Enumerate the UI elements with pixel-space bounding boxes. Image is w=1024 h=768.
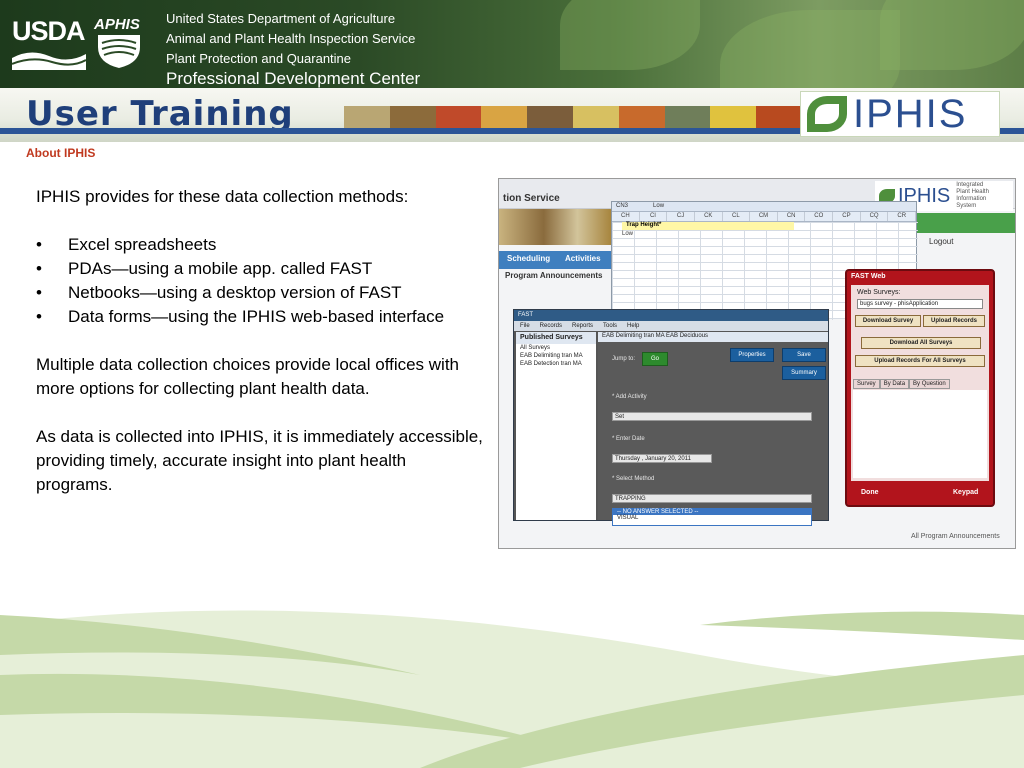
fern-decoration [560, 0, 700, 70]
list-item: PDAs—using a mobile app. called FAST [36, 257, 486, 281]
agency-banner: USDA APHIS United States Department of A… [0, 0, 1024, 88]
menu-tools[interactable]: Tools [603, 323, 617, 329]
download-survey-button[interactable]: Download Survey [855, 315, 921, 327]
menu-help[interactable]: Help [627, 323, 639, 329]
done-softkey[interactable]: Done [861, 489, 879, 496]
web-surveys-label: Web Surveys: [857, 289, 901, 296]
excel-formula: Low [653, 203, 665, 209]
excel-cell-value: Low [622, 231, 634, 237]
properties-button[interactable]: Properties [730, 348, 774, 362]
select-method-label: * Select Method [612, 476, 655, 482]
tab-by-data[interactable]: By Data [879, 379, 910, 389]
tab-activities[interactable]: Activities [565, 254, 601, 263]
phone-tab-pane [853, 390, 987, 478]
agency-line-3: Plant Protection and Quarantine [166, 51, 352, 66]
agency-line-1: United States Department of Agriculture [166, 11, 396, 26]
fern-decoration [720, 10, 900, 88]
form-tab[interactable]: EAB Delimiting tran MA EAB Deciduous [598, 332, 828, 342]
save-button[interactable]: Save [782, 348, 826, 362]
tab-by-question[interactable]: By Question [909, 379, 950, 389]
survey-tree-header: Published Surveys [516, 332, 596, 344]
app-title: FAST [514, 310, 828, 321]
section-heading: About IPHIS [26, 146, 96, 160]
upload-records-button[interactable]: Upload Records [923, 315, 985, 327]
web-nav: Scheduling Activities [499, 251, 615, 269]
excel-name-box: CN3 [616, 203, 629, 209]
menu-records[interactable]: Records [540, 323, 562, 329]
phone-softkeys: Done Keypad [847, 483, 993, 505]
survey-tree: Published Surveys All Surveys EAB Delimi… [516, 332, 596, 520]
excel-column-headers: CH CI CJ CK CL CM CN CO CP CQ CR [612, 212, 917, 222]
agency-name: United States Department of Agriculture … [166, 9, 420, 88]
usda-wave-icon [12, 52, 86, 70]
method-list: Excel spreadsheets PDAs—using a mobile a… [36, 233, 486, 329]
web-announcements[interactable]: Program Announcements [505, 271, 603, 280]
survey-select[interactable]: bugs survey - phisApplication [857, 299, 983, 309]
phone-tabs: Survey By Data By Question [853, 379, 950, 389]
program-announcements-link[interactable]: All Program Announcements [911, 533, 1000, 540]
tree-item[interactable]: EAB Detection tran MA [516, 360, 596, 368]
excel-formula-bar: CN3 Low [612, 202, 916, 212]
menu-file[interactable]: File [520, 323, 530, 329]
go-button[interactable]: Go [642, 352, 668, 366]
paragraph-choices: Multiple data collection choices provide… [36, 355, 460, 398]
tree-item[interactable]: All Surveys [516, 344, 596, 352]
method-select[interactable]: TRAPPING [612, 494, 812, 503]
iphis-logo: IPHIS [800, 91, 1000, 137]
menu-reports[interactable]: Reports [572, 323, 593, 329]
slide-body: IPHIS provides for these data collection… [36, 185, 486, 521]
tab-scheduling[interactable]: Scheduling [507, 254, 550, 263]
iphis-screenshot-montage: tion Service Scheduling Activities Progr… [498, 178, 1016, 549]
enter-date-label: * Enter Date [612, 436, 645, 442]
list-item: Netbooks—using a desktop version of FAST [36, 281, 486, 305]
leaf-icon [807, 96, 847, 132]
list-item: Excel spreadsheets [36, 233, 486, 257]
iphis-logo-text: IPHIS [853, 91, 968, 136]
paragraph-access: As data is collected into IPHIS, it is i… [36, 427, 483, 494]
fast-web-phone: FAST Web Web Surveys: bugs survey - phis… [845, 269, 995, 507]
aphis-logo: APHIS [94, 16, 148, 74]
method-dropdown[interactable]: -- NO ANSWER SELECTED -- VISUAL [612, 508, 812, 526]
web-service-title: tion Service [503, 193, 560, 204]
survey-form: EAB Delimiting tran MA EAB Deciduous Jum… [598, 332, 828, 526]
web-accent-bar [911, 213, 1015, 233]
web-logo-subtitle: Integrated Plant Health Information Syst… [956, 182, 989, 209]
date-picker[interactable]: Thursday , January 20, 2011 [612, 454, 712, 463]
agency-line-2: Animal and Plant Health Inspection Servi… [166, 31, 416, 46]
summary-button[interactable]: Summary [782, 366, 826, 380]
keypad-softkey[interactable]: Keypad [953, 489, 978, 496]
aphis-shield-icon [98, 35, 140, 68]
dropdown-option[interactable]: VISUAL [613, 515, 811, 521]
tab-survey[interactable]: Survey [853, 379, 880, 389]
web-banner-photo [499, 209, 611, 245]
download-all-button[interactable]: Download All Surveys [861, 337, 981, 349]
agency-line-4: Professional Development Center [166, 69, 421, 88]
app-menu: File Records Reports Tools Help [514, 321, 828, 331]
decorative-swoosh [0, 610, 1024, 768]
fast-desktop-window: FAST File Records Reports Tools Help Pub… [513, 309, 829, 526]
phone-screen: Web Surveys: bugs survey - phisApplicati… [851, 285, 989, 481]
excel-cell-header: Trap Height* [626, 222, 662, 228]
add-activity-label: * Add Activity [612, 394, 647, 400]
jump-to-label: Jump to: [612, 356, 636, 362]
intro-text: IPHIS provides for these data collection… [36, 187, 409, 206]
aphis-logo-text: APHIS [94, 16, 140, 33]
tree-item[interactable]: EAB Delimiting tran MA [516, 352, 596, 360]
activity-select[interactable]: Set [612, 412, 812, 421]
usda-logo-text: USDA [12, 16, 86, 46]
logout-link[interactable]: Logout [929, 237, 953, 246]
usda-logo: USDA [12, 16, 86, 70]
phone-title: FAST Web [851, 273, 886, 280]
list-item: Data forms—using the IPHIS web-based int… [36, 305, 486, 329]
fern-decoration [880, 0, 1024, 70]
upload-all-button[interactable]: Upload Records For All Surveys [855, 355, 985, 367]
